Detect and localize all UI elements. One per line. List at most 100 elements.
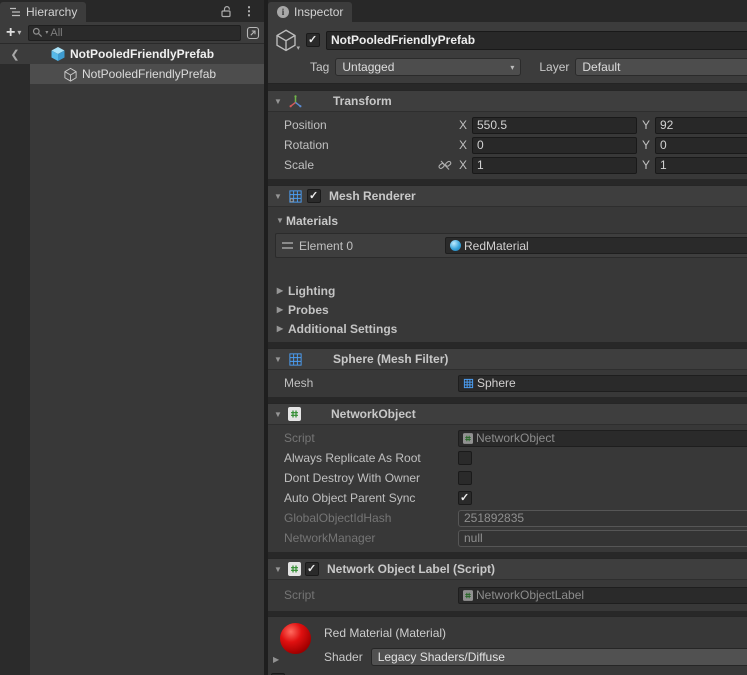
auto-parent-sync-checkbox[interactable] [458,491,472,505]
foldout-open-icon[interactable]: ▼ [272,410,284,419]
scale-y-field[interactable] [655,157,747,174]
foldout-open-icon[interactable]: ▼ [272,97,284,106]
transform-header[interactable]: ▼ Transform ? ⋮ [268,90,747,112]
lighting-foldout[interactable]: ▶ Lighting [268,281,747,300]
csharp-script-icon [288,562,301,576]
hierarchy-panel: Hierarchy ⋮ + ▾ ▾ [0,0,264,675]
rotation-row: Rotation X Y Z [268,135,747,155]
foldout-open-icon[interactable]: ▼ [274,216,286,225]
global-hash-field: 251892835 [458,510,747,527]
active-checkbox[interactable] [306,33,320,47]
addressable-row: Addressable [268,669,747,675]
global-hash-value: 251892835 [464,511,524,525]
foldout-open-icon[interactable]: ▼ [272,565,284,574]
script-enabled-checkbox[interactable] [305,562,319,576]
rotation-label: Rotation [284,138,438,152]
script-row: Script NetworkObject [268,428,747,448]
csharp-script-icon [463,590,473,601]
material-title-row: Red Material (Material) ? ⋮ [268,621,747,645]
hierarchy-root-item[interactable]: ❮ NotPooledFriendlyPrefab [0,44,264,64]
shader-dropdown[interactable]: Legacy Shaders/Diffuse ▾ [371,648,747,666]
materials-label: Materials [286,214,338,228]
position-fields: X Y Z [458,117,747,134]
drag-handle-icon[interactable] [282,242,293,249]
always-replicate-checkbox[interactable] [458,451,472,465]
hierarchy-icon [9,7,21,17]
dont-destroy-checkbox[interactable] [458,471,472,485]
gameobject-icon[interactable]: ▾ [272,27,300,53]
root-item-label: NotPooledFriendlyPrefab [70,47,214,61]
tag-dropdown[interactable]: Untagged ▾ [335,58,521,76]
search-window-popout-icon[interactable] [246,26,260,40]
network-manager-row: NetworkManager null [268,528,747,548]
rotation-fields: X Y Z [458,137,747,154]
element0-value: RedMaterial [464,239,529,253]
kebab-menu-icon[interactable]: ⋮ [243,5,255,17]
always-replicate-row: Always Replicate As Root [268,448,747,468]
child-item-label: NotPooledFriendlyPrefab [82,67,216,81]
mesh-renderer-body: ▼ Materials Element 0 RedMaterial [268,207,747,342]
network-object-title: NetworkObject [331,407,416,421]
script-object-field: NetworkObjectLabel [458,587,747,604]
tag-value: Untagged [342,60,394,74]
mesh-filter-header[interactable]: ▼ Sphere (Mesh Filter) ? ⋮ [268,348,747,370]
shader-value: Legacy Shaders/Diffuse [378,650,505,664]
hierarchy-child-item[interactable]: NotPooledFriendlyPrefab [30,64,264,84]
rotation-y-field[interactable] [655,137,747,154]
constrain-proportions-icon[interactable] [438,158,458,172]
hierarchy-toolbar: + ▾ ▾ [0,22,264,44]
mesh-renderer-enabled-checkbox[interactable] [307,189,321,203]
scale-x-field[interactable] [472,157,637,174]
foldout-closed-icon[interactable]: ▶ [273,655,279,664]
info-icon: i [277,6,289,18]
mesh-row: Mesh Sphere [268,373,747,393]
axis-y-label: Y [641,158,651,172]
materials-row[interactable]: ▼ Materials [268,210,747,231]
probes-foldout[interactable]: ▶ Probes [268,300,747,319]
network-object-label-header[interactable]: ▼ Network Object Label (Script) ? ⋮ [268,558,747,580]
chevron-down-icon: ▾ [510,63,514,72]
position-y-field[interactable] [655,117,747,134]
tab-inspector[interactable]: i Inspector [268,2,352,22]
element0-object-field[interactable]: RedMaterial [445,237,747,254]
network-object-component: ▼ NetworkObject ? ⋮ Script [268,403,747,552]
network-manager-label: NetworkManager [284,531,438,545]
mesh-renderer-component: ▼ Mesh Renderer ? ⋮ ▼ Materials [268,185,747,342]
unity-editor: Hierarchy ⋮ + ▾ ▾ [0,0,747,675]
search-input[interactable] [50,27,237,39]
scale-row: Scale X Y Z [268,155,747,175]
transform-component: ▼ Transform ? ⋮ Position [268,90,747,179]
hierarchy-tabbar: Hierarchy ⋮ [0,0,264,22]
position-x-field[interactable] [472,117,637,134]
material-preview-sphere[interactable] [280,623,311,654]
mesh-grid-icon [463,378,474,389]
mesh-object-field[interactable]: Sphere [458,375,747,392]
plus-icon: + [6,25,15,41]
mesh-filter-body: Mesh Sphere [268,370,747,397]
element0-label: Element 0 [299,239,439,253]
search-filter-arrow-icon: ▾ [45,29,48,36]
axis-x-label: X [458,118,468,132]
add-gameobject-button[interactable]: + ▾ [4,25,23,41]
global-hash-label: GlobalObjectIdHash [284,511,438,525]
gameobject-icon-arrow: ▾ [296,44,300,52]
network-object-header[interactable]: ▼ NetworkObject ? ⋮ [268,403,747,425]
mesh-renderer-header[interactable]: ▼ Mesh Renderer ? ⋮ [268,185,747,207]
auto-parent-sync-row: Auto Object Parent Sync [268,488,747,508]
rotation-x-field[interactable] [472,137,637,154]
material-element-row[interactable]: Element 0 RedMaterial [275,233,747,258]
position-label: Position [284,118,438,132]
back-chevron-icon[interactable]: ❮ [0,48,30,61]
hierarchy-search[interactable]: ▾ [28,25,241,41]
dont-destroy-row: Dont Destroy With Owner [268,468,747,488]
layer-dropdown[interactable]: Default ▾ [575,58,747,76]
foldout-open-icon[interactable]: ▼ [272,192,284,201]
dont-destroy-label: Dont Destroy With Owner [284,471,438,485]
foldout-open-icon[interactable]: ▼ [272,355,284,364]
tab-hierarchy[interactable]: Hierarchy [0,2,86,22]
foldout-closed-icon: ▶ [274,324,286,333]
lock-icon[interactable] [220,5,232,18]
gameobject-name-field[interactable] [326,31,747,50]
additional-settings-foldout[interactable]: ▶ Additional Settings [268,319,747,338]
network-object-label-component: ▼ Network Object Label (Script) ? ⋮ Scri… [268,558,747,611]
